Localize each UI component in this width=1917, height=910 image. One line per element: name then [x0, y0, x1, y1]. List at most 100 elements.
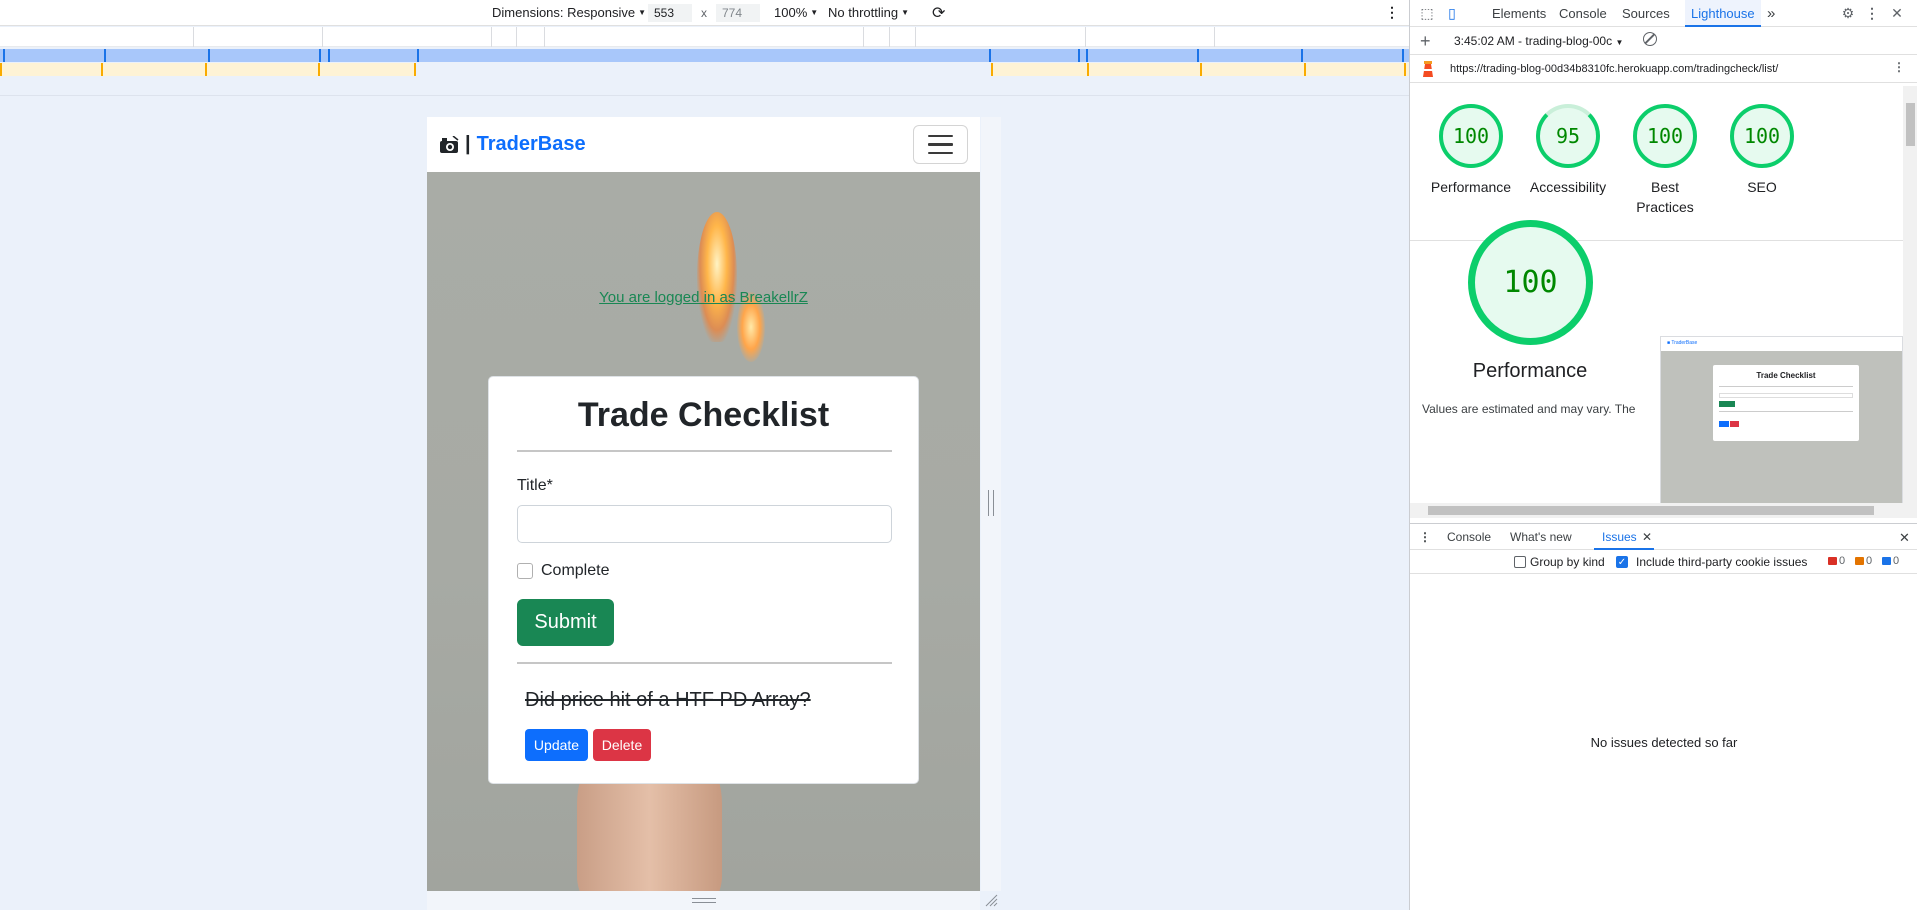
dropdown-arrow-icon: ▼	[638, 8, 646, 17]
drawer-tab-issues[interactable]: Issues	[1602, 530, 1637, 544]
report-url[interactable]: https://trading-blog-00d34b8310fc.heroku…	[1450, 63, 1778, 75]
gauge-label: Accessibility	[1529, 179, 1607, 195]
final-screenshot-thumbnail[interactable]: ■ TraderBase Trade Checklist	[1660, 336, 1903, 503]
checklist-card: Trade Checklist Title* Complete Submit D…	[488, 376, 919, 784]
drawer-tab-console[interactable]: Console	[1447, 530, 1491, 544]
dimensions-label: Dimensions: Responsive	[492, 5, 636, 20]
delete-button[interactable]: Delete	[593, 729, 651, 761]
hero-background: You are logged in as BreakellrZ Trade Ch…	[427, 172, 980, 891]
tab-elements[interactable]: Elements	[1492, 0, 1546, 27]
more-tabs-icon[interactable]: »	[1767, 0, 1775, 27]
complete-checkbox[interactable]	[517, 563, 533, 579]
height-input[interactable]	[716, 4, 760, 22]
rotate-icon[interactable]: ⟳	[932, 3, 945, 23]
plus-icon[interactable]: +	[1420, 31, 1431, 52]
title-label: Title*	[517, 477, 553, 494]
group-by-kind-checkbox[interactable]	[1514, 556, 1526, 568]
devtools-tabbar: ⬚ ▯ Elements Console Sources Lighthouse …	[1410, 0, 1917, 27]
update-button[interactable]: Update	[525, 729, 588, 761]
lighthouse-report: 100 Performance 95 Accessibility 100 Bes…	[1410, 86, 1903, 503]
third-party-checkbox[interactable]: ✓	[1616, 556, 1628, 568]
dimensions-dropdown[interactable]: Dimensions: Responsive ▼	[492, 5, 646, 20]
report-horizontal-scrollbar[interactable]	[1410, 503, 1917, 518]
thumbnail-title: Trade Checklist	[1756, 371, 1816, 380]
max-width-media-queries-bar[interactable]	[0, 49, 1409, 62]
zoom-value: 100%	[774, 5, 808, 20]
title-input[interactable]	[517, 505, 892, 543]
site-navbar: | TraderBase	[427, 117, 980, 172]
vertical-dots-icon[interactable]: ⋮	[1385, 4, 1399, 21]
close-drawer-icon[interactable]: ✕	[1899, 530, 1910, 546]
device-toolbar-icon[interactable]: ▯	[1444, 5, 1460, 21]
lighthouse-toolbar: + 3:45:02 AM - trading-blog-00c ▼	[1410, 27, 1917, 55]
report-vertical-scrollbar[interactable]	[1903, 86, 1917, 503]
gauge-label: SEO	[1747, 179, 1777, 195]
close-icon[interactable]: ✕	[1889, 5, 1905, 21]
throttling-dropdown[interactable]: No throttling ▼	[828, 5, 909, 20]
close-icon[interactable]: ✕	[1642, 530, 1652, 544]
divider	[517, 450, 892, 452]
divider	[517, 662, 892, 664]
bottom-resize-handle[interactable]	[427, 891, 980, 910]
complete-label[interactable]: Complete	[541, 562, 609, 580]
lighthouse-icon	[1423, 61, 1433, 77]
performance-heading: Performance	[1472, 360, 1588, 382]
inspect-element-icon[interactable]: ⬚	[1419, 5, 1435, 21]
tab-lighthouse[interactable]: Lighthouse	[1685, 0, 1761, 27]
logged-in-link[interactable]: You are logged in as BreakellrZ	[427, 289, 980, 306]
gauge-performance[interactable]: 100 Performance	[1426, 104, 1516, 197]
hamburger-icon	[928, 134, 953, 138]
media-query-ruler	[0, 27, 1409, 47]
error-count-badge[interactable]: 0	[1828, 555, 1845, 567]
gauge-label: Performance	[1430, 179, 1512, 195]
third-party-label: Include third-party cookie issues	[1636, 555, 1808, 569]
score-value: 95	[1536, 104, 1600, 168]
group-by-kind-label: Group by kind	[1530, 555, 1605, 569]
score-value: 100	[1439, 104, 1503, 168]
gauge-seo[interactable]: 100 SEO	[1717, 104, 1807, 197]
vertical-dots-icon[interactable]: ⋮	[1864, 5, 1880, 21]
drawer-tabbar: ⋮ Console What's new Issues ✕ ✕	[1410, 523, 1917, 550]
dropdown-arrow-icon: ▼	[810, 8, 819, 17]
vertical-dots-icon[interactable]: ⋮	[1419, 530, 1431, 544]
navbar-toggler-button[interactable]	[913, 125, 968, 164]
right-resize-handle[interactable]	[981, 117, 1001, 891]
performance-big-gauge: 100	[1468, 220, 1593, 345]
tab-console[interactable]: Console	[1559, 0, 1607, 27]
report-selector[interactable]: 3:45:02 AM - trading-blog-00c ▼	[1454, 34, 1623, 48]
device-emulation-pane: Dimensions: Responsive ▼ x 100% ▼ No thr…	[0, 0, 1409, 910]
gauge-best-practices[interactable]: 100 Best Practices	[1620, 104, 1710, 217]
card-title: Trade Checklist	[577, 396, 830, 434]
zoom-dropdown[interactable]: 100% ▼	[774, 5, 818, 20]
report-url-bar: https://trading-blog-00d34b8310fc.heroku…	[1410, 55, 1917, 83]
no-issues-message: No issues detected so far	[1590, 735, 1738, 750]
times-sign: x	[701, 6, 707, 20]
dropdown-arrow-icon: ▼	[1615, 38, 1624, 47]
score-value: 100	[1730, 104, 1794, 168]
min-width-media-queries-bar[interactable]	[0, 63, 1409, 76]
checklist-item-text: Did price hit of a HTF PD Array?	[525, 689, 811, 711]
dimensions-inputs: x	[648, 4, 760, 22]
score-value: 100	[1633, 104, 1697, 168]
corner-resize-icon[interactable]	[984, 893, 998, 907]
flame-image	[697, 212, 737, 342]
issues-toolbar: Group by kind ✓ Include third-party cook…	[1410, 550, 1917, 574]
brand-name[interactable]: TraderBase	[477, 133, 586, 156]
throttling-value: No throttling	[828, 5, 899, 20]
emulated-viewport: | TraderBase You are logged in as Breake…	[427, 117, 980, 891]
tab-sources[interactable]: Sources	[1622, 0, 1670, 27]
camera-retro-icon	[440, 135, 459, 153]
report-selector-label: 3:45:02 AM - trading-blog-00c	[1454, 34, 1613, 48]
warning-count-badge[interactable]: 0	[1855, 555, 1872, 567]
gauge-accessibility[interactable]: 95 Accessibility	[1523, 104, 1613, 197]
width-input[interactable]	[648, 4, 692, 22]
info-count-badge[interactable]: 0	[1882, 555, 1899, 567]
clear-icon[interactable]	[1643, 32, 1657, 46]
dropdown-arrow-icon: ▼	[901, 8, 910, 17]
brand[interactable]: | TraderBase	[439, 133, 586, 156]
drawer-tab-whats-new[interactable]: What's new	[1510, 530, 1572, 544]
brand-separator: |	[465, 133, 471, 155]
vertical-dots-icon[interactable]: ⋮	[1893, 60, 1905, 74]
gear-icon[interactable]: ⚙	[1840, 5, 1856, 21]
submit-button[interactable]: Submit	[517, 599, 614, 646]
